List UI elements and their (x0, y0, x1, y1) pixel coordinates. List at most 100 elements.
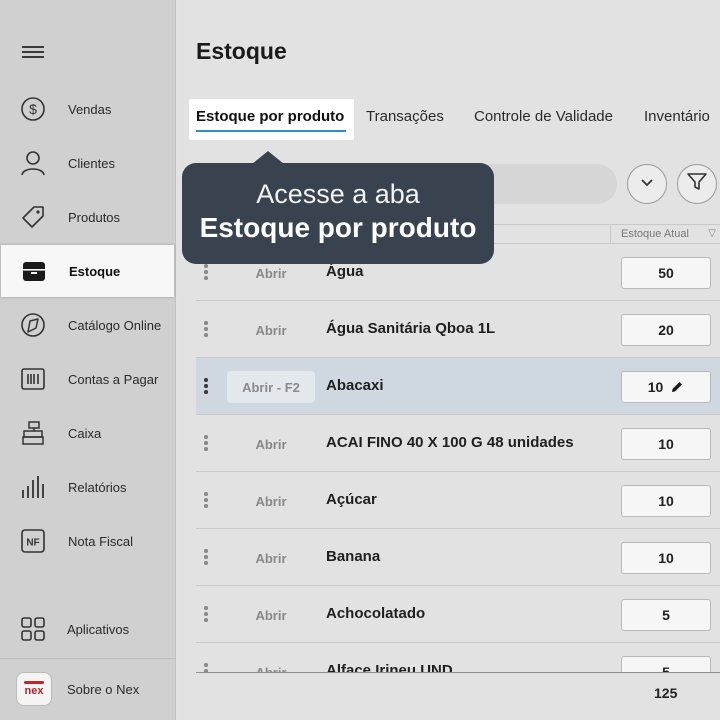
sort-icon[interactable]: ▽ (708, 225, 716, 243)
table-row[interactable]: Abrir Água Sanitária Qboa 1L 20 (196, 301, 720, 358)
onboarding-tooltip: Acesse a aba Estoque por produto (182, 151, 494, 264)
page-title: Estoque (196, 38, 287, 64)
active-tab-underline (196, 130, 346, 132)
nex-logo: nex (16, 672, 52, 706)
column-header-estoque-atual[interactable]: Estoque Atual ▽ (610, 225, 720, 243)
sidebar-item-label: Vendas (68, 101, 112, 117)
product-name: Açúcar (326, 491, 377, 508)
column-header-label: Estoque Atual (621, 228, 689, 240)
product-name: Achocolatado (326, 605, 426, 622)
user-icon (20, 150, 46, 176)
table-row[interactable]: Abrir Banana 10 (196, 529, 720, 586)
open-button[interactable]: Abrir (227, 542, 315, 574)
stock-field[interactable]: 10 (621, 371, 711, 403)
stock-field[interactable]: 5 (621, 599, 711, 631)
sidebar-item-label: Caixa (68, 425, 102, 441)
main-content: Estoque Estoque por produto Transações C… (177, 0, 720, 720)
tab-estoque-por-produto[interactable]: Estoque por produto (196, 108, 344, 125)
stock-value: 10 (658, 436, 674, 452)
open-button[interactable]: Abrir (227, 314, 315, 346)
table-row[interactable]: Abrir ACAI FINO 40 X 100 G 48 unidades 10 (196, 415, 720, 472)
product-name: Banana (326, 548, 381, 565)
box-icon (21, 258, 47, 284)
product-name: Água (326, 263, 364, 280)
open-button[interactable]: Abrir (227, 485, 315, 517)
tab-inventario[interactable]: Inventário (644, 108, 710, 125)
sidebar-item-relatorios[interactable]: Relatórios (0, 461, 176, 513)
stock-value: 10 (658, 550, 674, 566)
grid-apps-icon (20, 616, 46, 642)
product-name: Água Sanitária Qboa 1L (326, 320, 496, 337)
sidebar-item-label: Clientes (68, 155, 115, 171)
table-row[interactable]: Abrir Achocolatado 5 (196, 586, 720, 643)
chevron-down-icon (640, 175, 654, 193)
open-button[interactable]: Abrir - F2 (227, 371, 315, 403)
table-footer: 125 (196, 672, 720, 720)
tooltip-line-1: Acesse a aba (256, 179, 420, 209)
tag-icon (20, 204, 46, 230)
stock-field[interactable]: 10 (621, 542, 711, 574)
expand-button[interactable] (627, 164, 667, 204)
open-button[interactable]: Abrir (227, 599, 315, 631)
more-options-icon[interactable] (204, 435, 210, 453)
sidebar-item-label: Aplicativos (67, 621, 130, 637)
sidebar-item-clientes[interactable]: Clientes (0, 137, 176, 189)
sidebar-item-estoque[interactable]: Estoque (1, 245, 174, 297)
table-row[interactable]: Abrir Açúcar 10 (196, 472, 720, 529)
pencil-icon[interactable] (670, 380, 684, 394)
cash-register-icon (20, 420, 46, 446)
more-options-icon[interactable] (204, 321, 210, 339)
more-options-icon[interactable] (204, 264, 210, 282)
sidebar-item-aplicativos[interactable]: Aplicativos (0, 603, 176, 655)
stock-total: 125 (654, 685, 678, 701)
filter-button[interactable] (677, 164, 717, 204)
sidebar-item-label: Nota Fiscal (68, 533, 134, 549)
product-name: Abacaxi (326, 377, 384, 394)
stock-value: 5 (662, 607, 670, 623)
catalog-icon (20, 312, 46, 338)
nf-icon-text: NF (26, 538, 39, 549)
stock-value: 50 (658, 265, 674, 281)
sidebar-item-label: Sobre o Nex (67, 681, 140, 697)
barcode-icon (20, 366, 46, 392)
sidebar-item-label: Produtos (68, 209, 121, 225)
stock-field[interactable]: 10 (621, 485, 711, 517)
sidebar-item-vendas[interactable]: $ Vendas (0, 83, 176, 135)
table-row[interactable]: Abrir - F2 Abacaxi 10 (196, 358, 720, 415)
dollar-circle-icon: $ (20, 96, 46, 122)
sidebar-item-sobre[interactable]: Sobre o Nex (60, 663, 176, 715)
sidebar-divider (0, 658, 176, 659)
stock-value: 20 (658, 322, 674, 338)
open-button[interactable]: Abrir (227, 428, 315, 460)
stock-field[interactable]: 20 (621, 314, 711, 346)
stock-value: 10 (658, 493, 674, 509)
more-options-icon[interactable] (204, 378, 210, 396)
sidebar-item-nota-fiscal[interactable]: NF Nota Fiscal (0, 515, 176, 567)
stock-value: 10 (647, 379, 664, 395)
nf-icon: NF (20, 528, 46, 554)
sidebar-item-caixa[interactable]: Caixa (0, 407, 176, 459)
stock-field[interactable]: 50 (621, 257, 711, 289)
bar-chart-icon (20, 474, 46, 500)
svg-text:$: $ (29, 101, 37, 117)
filter-icon (687, 172, 707, 196)
hamburger-menu-icon[interactable] (22, 44, 44, 64)
sidebar-item-catalogo-online[interactable]: Catálogo Online (0, 299, 176, 351)
more-options-icon[interactable] (204, 606, 210, 624)
tab-controle-de-validade[interactable]: Controle de Validade (474, 108, 613, 125)
stock-field[interactable]: 10 (621, 428, 711, 460)
sidebar-item-label: Estoque (69, 263, 121, 279)
sidebar-item-produtos[interactable]: Produtos (0, 191, 176, 243)
sidebar-item-label: Catálogo Online (68, 317, 162, 333)
nex-logo-text: nex (24, 685, 44, 697)
sidebar-item-label: Relatórios (68, 479, 127, 495)
product-name: ACAI FINO 40 X 100 G 48 unidades (326, 434, 574, 451)
more-options-icon[interactable] (204, 549, 210, 567)
tooltip-line-2: Estoque por produto (199, 212, 477, 243)
tab-transacoes[interactable]: Transações (366, 108, 444, 125)
sidebar: $ Vendas Clientes Produtos Estoque Catál… (0, 0, 176, 720)
sidebar-item-contas-a-pagar[interactable]: Contas a Pagar (0, 353, 176, 405)
sidebar-item-label: Contas a Pagar (68, 371, 159, 387)
more-options-icon[interactable] (204, 492, 210, 510)
tooltip-arrow (252, 151, 284, 164)
